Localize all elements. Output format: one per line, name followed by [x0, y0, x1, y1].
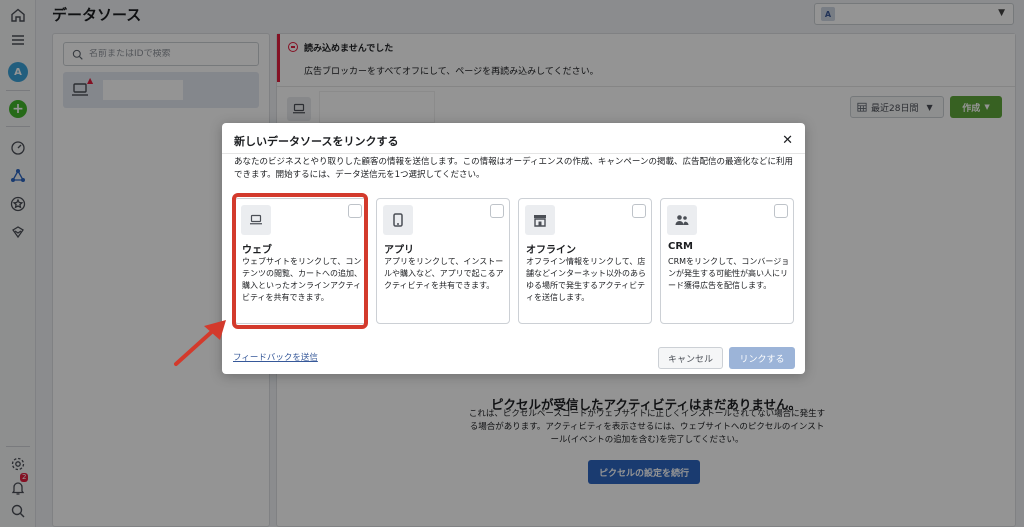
source-card-app[interactable]: アプリ アプリをリンクして、インストールや購入など、アプリで起こるアクティビティ… — [376, 198, 510, 324]
cancel-button[interactable]: キャンセル — [658, 347, 723, 369]
card-description: オフライン情報をリンクして、店舗などインターネット以外のあらゆる場所で発生するア… — [526, 257, 646, 302]
source-card-offline[interactable]: オフライン オフライン情報をリンクして、店舗などインターネット以外のあらゆる場所… — [518, 198, 652, 324]
annotation-highlight-box — [232, 193, 368, 329]
people-icon — [667, 205, 697, 235]
card-title: CRM — [668, 241, 693, 252]
mobile-phone-icon — [383, 205, 413, 235]
link-button[interactable]: リンクする — [729, 347, 795, 369]
close-icon[interactable]: ✕ — [782, 133, 793, 148]
card-description: アプリをリンクして、インストールや購入など、アプリで起こるアクティビティを共有で… — [384, 257, 504, 290]
card-title: オフライン — [526, 245, 576, 256]
card-title: アプリ — [384, 245, 414, 256]
dialog-title: 新しいデータソースをリンクする — [234, 135, 399, 148]
annotation-arrow-icon — [174, 320, 226, 366]
feedback-link[interactable]: フィードバックを送信 — [233, 351, 318, 363]
source-card-crm[interactable]: CRM CRMをリンクして、コンバージョンが発生する可能性が高い人にリード獲得広… — [660, 198, 794, 324]
card-checkbox[interactable] — [632, 204, 646, 218]
store-icon — [525, 205, 555, 235]
dialog-description: あなたのビジネスとやり取りした顧客の情報を送信します。この情報はオーディエンスの… — [234, 157, 793, 180]
card-checkbox[interactable] — [774, 204, 788, 218]
card-description: CRMをリンクして、コンバージョンが発生する可能性が高い人にリード獲得広告を配信… — [668, 257, 790, 290]
divider — [222, 153, 805, 154]
card-checkbox[interactable] — [490, 204, 504, 218]
